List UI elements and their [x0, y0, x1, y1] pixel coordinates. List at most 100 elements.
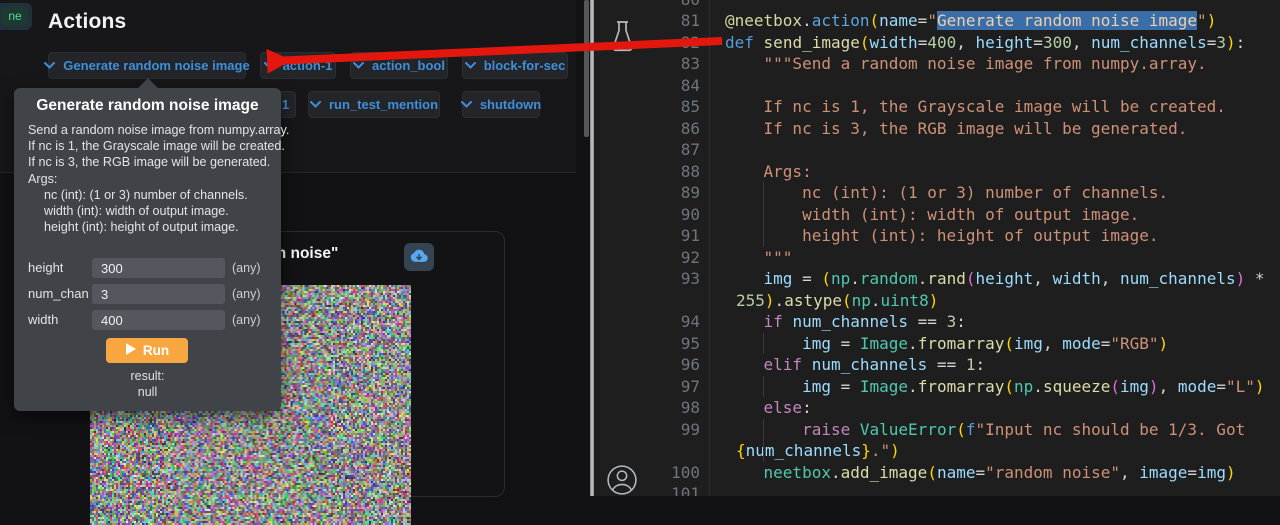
code-line[interactable]: 97 img = Image.fromarray(np.squeeze(img)…	[594, 376, 1280, 398]
code-token: =	[792, 269, 821, 288]
code-token: "	[1197, 11, 1207, 30]
code-line-text: """	[725, 247, 792, 269]
action-button[interactable]: shutdown	[462, 91, 540, 118]
code-token: neetbox	[764, 463, 831, 482]
beaker-icon[interactable]	[611, 21, 634, 57]
code-token: :	[1236, 33, 1246, 52]
code-line[interactable]: {num_channels}.")	[594, 440, 1280, 462]
field-label: width	[28, 310, 58, 330]
code-token	[754, 33, 764, 52]
tooltip-description-line: nc (int): (1 or 3) number of channels.	[44, 187, 248, 203]
action-button[interactable]: block-for-sec	[462, 52, 568, 79]
code-line[interactable]: 81@neetbox.action(name="Generate random …	[594, 10, 1280, 32]
code-token: =	[1207, 33, 1217, 52]
action-button-label: run_test_mention	[329, 97, 438, 112]
code-token: .	[908, 334, 918, 353]
code-token: mode	[1062, 334, 1101, 353]
code-token: rand	[927, 269, 966, 288]
code-token: (	[842, 291, 852, 310]
scrollbar-thumb[interactable]	[584, 0, 589, 137]
code-token: height	[976, 33, 1034, 52]
tooltip-description-line: width (int): width of output image.	[44, 203, 229, 219]
code-line[interactable]: 89 nc (int): (1 or 3) number of channels…	[594, 182, 1280, 204]
line-number: 84	[594, 75, 700, 97]
code-token: if	[764, 312, 783, 331]
action-button[interactable]: run_test_mention	[308, 91, 440, 118]
code-token: {	[736, 441, 746, 460]
chevron-down-icon	[461, 101, 472, 108]
code-line[interactable]: 94 if num_channels == 3:	[594, 311, 1280, 333]
code-token: """	[725, 248, 792, 267]
code-token: img	[802, 334, 831, 353]
line-number: 88	[594, 161, 700, 183]
code-token: )	[1226, 33, 1236, 52]
code-token: num_channels	[812, 355, 928, 374]
tooltip-description-line: If nc is 1, the Grayscale image will be …	[28, 138, 285, 154]
code-token: add_image	[841, 463, 928, 482]
code-token: 300	[1043, 33, 1072, 52]
code-line-text: if num_channels == 3:	[725, 311, 966, 333]
line-number: 94	[594, 311, 700, 333]
code-token: (	[870, 11, 880, 30]
code-token: else	[764, 398, 803, 417]
code-token: (	[821, 269, 831, 288]
code-line[interactable]: 90 width (int): width of output image.	[594, 204, 1280, 226]
code-token: img	[764, 269, 793, 288]
chevron-down-icon	[310, 101, 321, 108]
code-line[interactable]: 98 else:	[594, 397, 1280, 419]
code-line[interactable]: 85 If nc is 1, the Grayscale image will …	[594, 96, 1280, 118]
code-token: (	[1110, 377, 1120, 396]
code-line[interactable]: 83 """Send a random noise image from num…	[594, 53, 1280, 75]
code-line[interactable]: 99 raise ValueError(f"Input nc should be…	[594, 419, 1280, 441]
code-line[interactable]: 80	[594, 0, 1280, 10]
code-line[interactable]: 84	[594, 75, 1280, 97]
code-line[interactable]: 96 elif num_channels == 1:	[594, 354, 1280, 376]
code-line[interactable]: 255).astype(np.uint8)	[594, 290, 1280, 312]
field-label: num_chan...	[28, 284, 90, 304]
code-line[interactable]: 87	[594, 139, 1280, 161]
code-token: :	[956, 312, 966, 331]
code-token: width (int): width of output image.	[725, 205, 1139, 224]
code-line[interactable]: 88 Args:	[594, 161, 1280, 183]
code-line-text: raise ValueError(f"Input nc should be 1/…	[725, 419, 1245, 441]
code-token: def	[725, 33, 754, 52]
code-editor[interactable]: 8081@neetbox.action(name="Generate rando…	[594, 0, 1280, 496]
download-image-button[interactable]	[404, 243, 434, 271]
code-token: num_channels	[792, 312, 908, 331]
width-input[interactable]	[92, 310, 225, 330]
code-line[interactable]: 100 neetbox.add_image(name="random noise…	[594, 462, 1280, 484]
code-token: =	[918, 33, 928, 52]
action-button[interactable]: action-1	[260, 52, 336, 79]
action-button[interactable]: Generate random noise image	[48, 52, 246, 79]
code-line-text: nc (int): (1 or 3) number of channels.	[725, 182, 1168, 204]
tooltip-description-line: height (int): height of output image.	[44, 219, 239, 235]
code-token: np	[831, 269, 850, 288]
code-token: ,	[1120, 463, 1139, 482]
code-line[interactable]: 92 """	[594, 247, 1280, 269]
code-line[interactable]: 101	[594, 483, 1280, 496]
code-token: ,	[1101, 269, 1120, 288]
run-button[interactable]: Run	[106, 338, 188, 363]
code-token: *	[1245, 269, 1264, 288]
code-token: height (int): height of output image.	[725, 226, 1158, 245]
account-icon[interactable]	[603, 464, 641, 501]
code-token	[725, 463, 764, 482]
code-line[interactable]: 86 If nc is 3, the RGB image will be gen…	[594, 118, 1280, 140]
code-token: 255	[736, 291, 765, 310]
code-token: squeeze	[1043, 377, 1110, 396]
code-line[interactable]: 93 img = (np.random.rand(height, width, …	[594, 268, 1280, 290]
height-input[interactable]	[92, 258, 225, 278]
code-token: height	[976, 269, 1034, 288]
code-line[interactable]: 91 height (int): height of output image.	[594, 225, 1280, 247]
code-token: =	[831, 377, 860, 396]
action-button[interactable]: action_bool	[350, 52, 448, 79]
code-token: )	[890, 441, 900, 460]
code-token: elif	[764, 355, 803, 374]
code-token: )	[1207, 11, 1217, 30]
line-number: 93	[594, 268, 700, 290]
code-line[interactable]: 82def send_image(width=400, height=300, …	[594, 32, 1280, 54]
code-line[interactable]: 95 img = Image.fromarray(img, mode="RGB"…	[594, 333, 1280, 355]
num-chan-input[interactable]	[92, 284, 225, 304]
code-token: :	[975, 355, 985, 374]
code-line-text: Args:	[725, 161, 812, 183]
